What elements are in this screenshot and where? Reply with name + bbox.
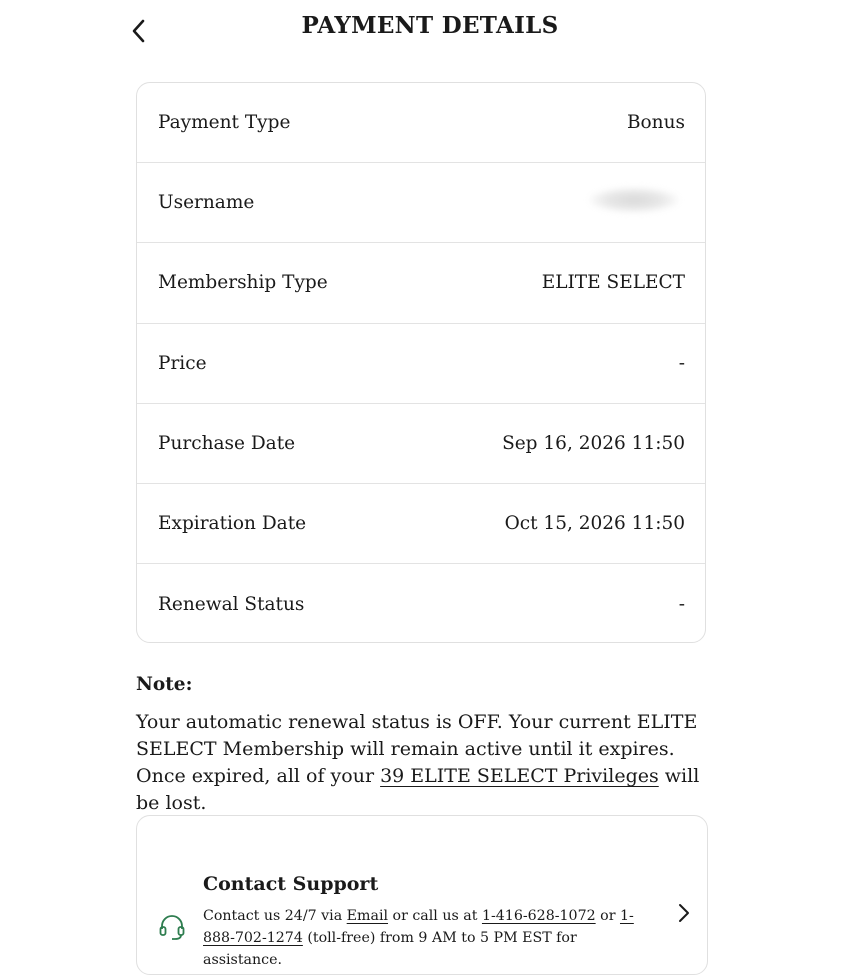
email-link[interactable]: Email (347, 908, 388, 924)
support-text-3: or (595, 908, 620, 924)
detail-value: - (678, 593, 685, 615)
detail-row-username: Username (137, 163, 705, 244)
detail-label: Payment Type (158, 112, 291, 134)
detail-value: Oct 15, 2026 11:50 (504, 513, 685, 535)
redaction-blur (589, 187, 679, 214)
detail-label: Membership Type (158, 272, 328, 294)
privileges-link[interactable]: 39 ELITE SELECT Privileges (380, 765, 659, 787)
support-text-2: or call us at (388, 908, 482, 924)
detail-label: Expiration Date (158, 513, 307, 535)
chevron-right-icon (679, 904, 689, 922)
contact-support-card[interactable]: Contact Support Contact us 24/7 via Emai… (136, 815, 708, 975)
support-title: Contact Support (203, 873, 379, 895)
detail-value: ELITE SELECT (541, 272, 685, 294)
support-text-1: Contact us 24/7 via (203, 908, 347, 924)
payment-details-card: Payment Type Bonus Username Membership T… (136, 82, 706, 643)
detail-row-price: Price - (137, 324, 705, 404)
detail-label: Username (158, 192, 255, 214)
detail-value: Sep 16, 2026 11:50 (502, 432, 685, 454)
username-value-redacted (589, 187, 685, 218)
support-text: Contact us 24/7 via Email or call us at … (203, 905, 653, 971)
detail-row-expiration-date: Expiration Date Oct 15, 2026 11:50 (137, 484, 705, 565)
detail-label: Purchase Date (158, 432, 296, 454)
page-header: PAYMENT DETAILS (0, 0, 860, 60)
detail-row-payment-type: Payment Type Bonus (137, 83, 705, 164)
detail-value: Bonus (626, 112, 685, 134)
note-text: Your automatic renewal status is OFF. Yo… (136, 709, 716, 817)
headset-icon (159, 915, 185, 940)
note-label: Note: (136, 674, 193, 695)
detail-label: Price (158, 352, 207, 374)
detail-value: - (678, 352, 685, 374)
detail-row-renewal-status: Renewal Status - (137, 564, 705, 642)
detail-label: Renewal Status (158, 593, 305, 615)
detail-row-purchase-date: Purchase Date Sep 16, 2026 11:50 (137, 404, 705, 484)
phone-link-local[interactable]: 1-416-628-1072 (482, 908, 596, 924)
detail-row-membership-type: Membership Type ELITE SELECT (137, 243, 705, 324)
page-title: PAYMENT DETAILS (301, 12, 559, 39)
